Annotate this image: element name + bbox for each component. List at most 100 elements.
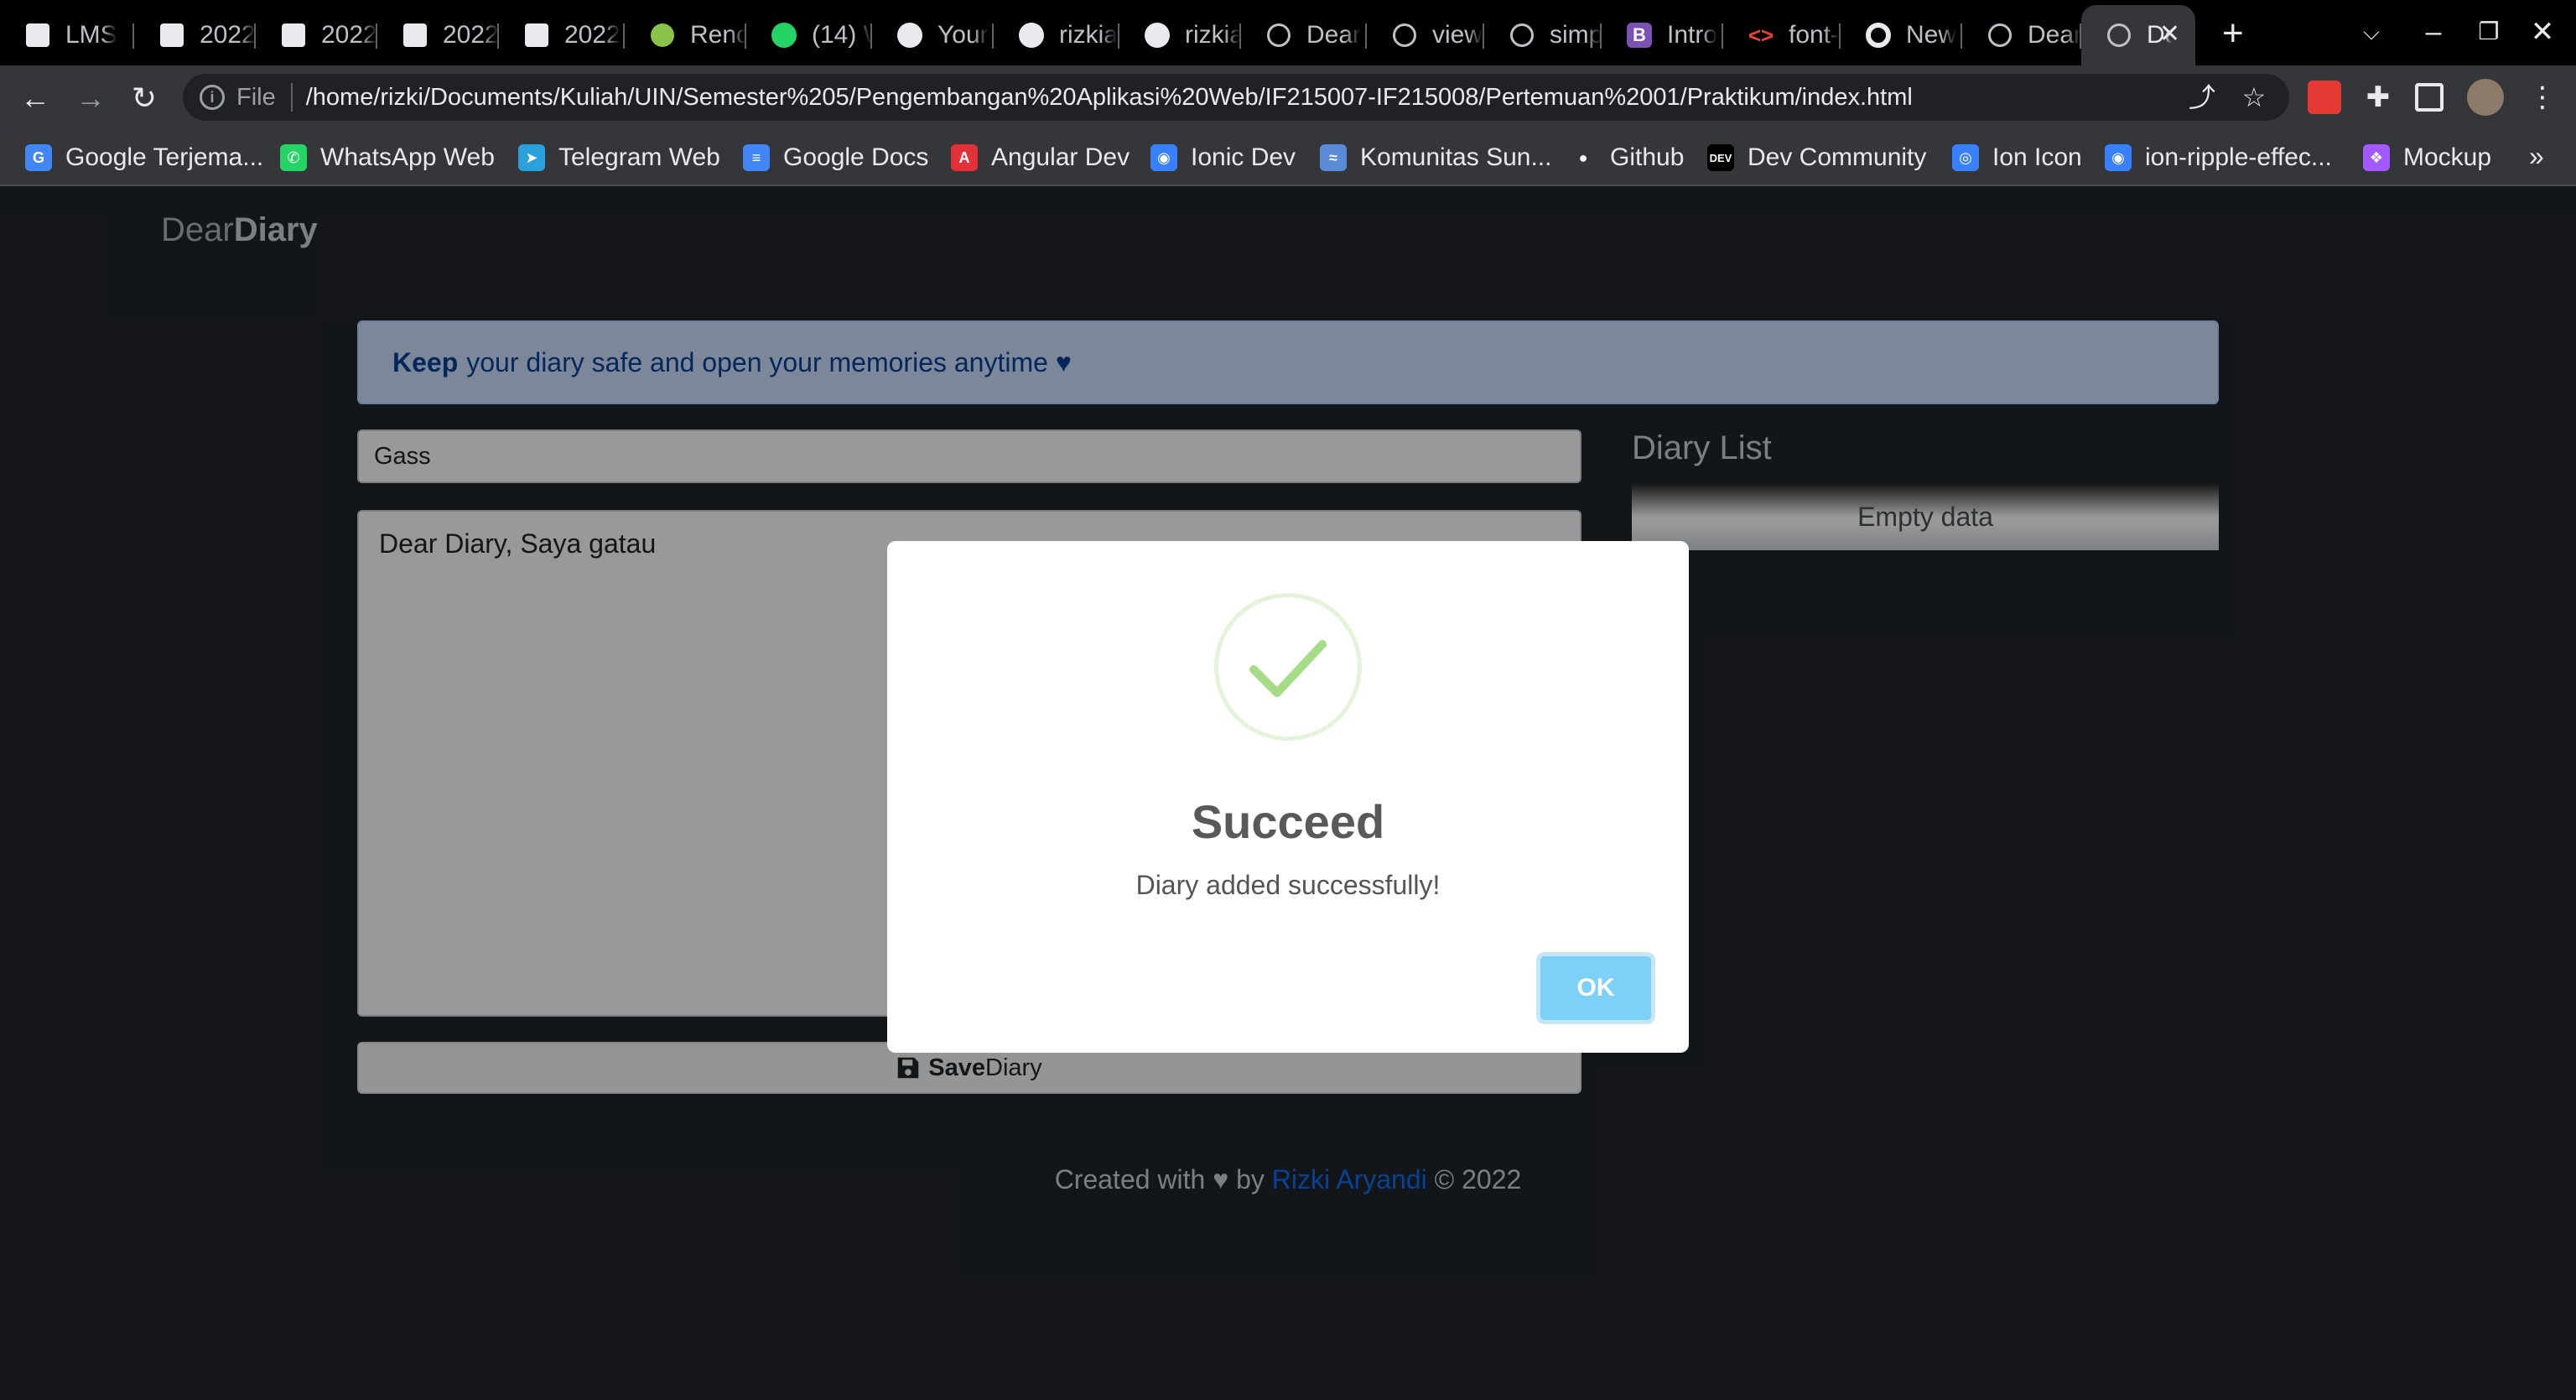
bookmark-item[interactable]: ● Github <box>1570 141 1684 174</box>
github-icon <box>896 21 924 49</box>
sun-icon <box>648 21 677 49</box>
reload-icon[interactable]: ↻ <box>126 81 163 117</box>
browser-tab[interactable]: LMS <box>0 5 134 65</box>
ok-button[interactable]: OK <box>1536 952 1655 1024</box>
bookmark-label: Github <box>1610 143 1685 171</box>
bookmark-item[interactable]: ◉ ion-ripple-effec... <box>2105 141 2332 174</box>
browser-tab[interactable]: rizkia <box>994 5 1119 65</box>
bookmark-label: Ionic Dev <box>1191 143 1296 171</box>
google-docs-icon: ≡ <box>743 144 770 171</box>
browser-tab[interactable]: (14) W <box>746 5 872 65</box>
modal-message: Diary added successfully! <box>1135 870 1441 900</box>
success-check-icon <box>1214 593 1362 741</box>
github-icon <box>1143 21 1171 49</box>
angular-icon: A <box>951 144 978 171</box>
bookmarks-more-button[interactable]: » <box>2529 141 2544 172</box>
forward-icon[interactable]: → <box>72 81 109 117</box>
browser-tab[interactable]: 2022 <box>256 5 377 65</box>
tab-title: 2022 <box>564 21 621 49</box>
browser-tab[interactable]: rizkia <box>1119 5 1241 65</box>
site-info-icon[interactable]: i <box>200 85 225 110</box>
address-url[interactable]: /home/rizki/Documents/Kuliah/UIN/Semeste… <box>306 84 1913 112</box>
back-icon[interactable]: ← <box>17 81 54 117</box>
bookmark-item[interactable]: A Angular Dev <box>951 141 1130 174</box>
close-window-icon[interactable]: ✕ <box>2524 13 2561 50</box>
tab-title: 2022 <box>321 21 377 49</box>
bookmark-item[interactable]: ≡ Google Docs <box>743 141 928 174</box>
menu-kebab-icon[interactable]: ⋮ <box>2526 81 2559 114</box>
browser-tab[interactable]: 2022 <box>134 5 256 65</box>
restore-icon[interactable]: ❐ <box>2470 13 2507 50</box>
ionic-icon: ◉ <box>1150 144 1177 171</box>
bookmark-star-icon[interactable]: ☆ <box>2239 82 2269 112</box>
share-icon[interactable]: ⤴ <box>2187 82 2217 112</box>
bookmark-item[interactable]: ◉ Ionic Dev <box>1150 141 1296 174</box>
bookmark-item[interactable]: ◎ Ion Icon <box>1952 141 2082 174</box>
tab-title: Your <box>937 21 989 49</box>
tab-title: Renc <box>690 21 746 49</box>
tab-title: LMS <box>65 21 117 49</box>
tab-title: view <box>1432 21 1483 49</box>
modal-title: Succeed <box>1191 795 1385 848</box>
bookmark-label: Dev Community <box>1748 143 1927 171</box>
bookmark-item[interactable]: DEV Dev Community <box>1707 141 1926 174</box>
browser-tab[interactable]: Dear <box>1962 5 2081 65</box>
lms-icon <box>158 21 186 49</box>
browser-tab[interactable]: Renc <box>625 5 746 65</box>
browser-tab[interactable]: simp <box>1484 5 1602 65</box>
browser-tab[interactable]: Your <box>872 5 994 65</box>
profile-avatar[interactable] <box>2467 79 2504 116</box>
browser-tab[interactable]: New <box>1841 5 1962 65</box>
address-bar[interactable]: i File /home/rizki/Documents/Kuliah/UIN/… <box>183 74 2289 121</box>
bookmark-label: WhatsApp Web <box>320 143 495 171</box>
bookmark-item[interactable]: ➤ Telegram Web <box>518 141 720 174</box>
tab-title: 2022 <box>200 21 256 49</box>
tab-title: Dear <box>1306 21 1362 49</box>
lms-icon <box>522 21 551 49</box>
sun-icon: ≈ <box>1320 144 1347 171</box>
tab-title: 2022 <box>443 21 499 49</box>
extension-red-icon[interactable] <box>2308 81 2341 114</box>
bookmark-label: Google Docs <box>783 143 929 171</box>
tab-title: Dear <box>2028 21 2081 49</box>
tab-title: New <box>1906 21 1957 49</box>
tab-title: rizkia <box>1185 21 1241 49</box>
bookmark-item[interactable]: ≈ Komunitas Sun... <box>1320 141 1551 174</box>
browser-tab[interactable]: <> font- <box>1723 5 1841 65</box>
browser-tab[interactable]: B Intro <box>1602 5 1723 65</box>
browser-tab[interactable]: 2022 <box>377 5 499 65</box>
bookmark-item[interactable]: G Google Terjema... <box>25 141 263 174</box>
globe-icon <box>1265 21 1293 49</box>
side-panel-icon[interactable] <box>2415 83 2444 112</box>
browser-tab[interactable]: Dear <box>1241 5 1367 65</box>
dev-icon: DEV <box>1707 144 1734 171</box>
bookmark-item[interactable]: ✆ WhatsApp Web <box>280 141 495 174</box>
tab-close-icon[interactable]: ✕ <box>2159 20 2180 49</box>
globe-icon <box>1508 21 1536 49</box>
lms-icon <box>279 21 308 49</box>
browser-tab[interactable]: 2022 <box>499 5 625 65</box>
address-scheme: File <box>236 83 276 111</box>
tab-search-icon[interactable]: ⌵ <box>2353 13 2390 50</box>
globe-icon <box>1390 21 1419 49</box>
browser-tab[interactable]: De✕ <box>2081 5 2195 65</box>
tab-title: rizkia <box>1059 21 1119 49</box>
browser-tab[interactable]: view <box>1367 5 1484 65</box>
github-icon: ● <box>1570 144 1597 171</box>
tab-strip: + ⌵ – ❐ ✕ LMS 2022 2022 2022 2022 Renc (14) W Y… <box>0 0 2576 65</box>
google-translate-icon: G <box>25 144 52 171</box>
tab-title: (14) W <box>812 21 872 49</box>
minimize-icon[interactable]: – <box>2415 13 2452 50</box>
globe-icon <box>2105 21 2133 49</box>
bookmark-item[interactable]: ❖ Mockup <box>2363 141 2491 174</box>
tab-title: simp <box>1550 21 1602 49</box>
tab-title: Intro <box>1667 21 1718 49</box>
extensions-puzzle-icon[interactable]: ✚ <box>2361 81 2395 114</box>
bookmark-label: Komunitas Sun... <box>1360 143 1552 171</box>
lms-icon <box>401 21 429 49</box>
figma-icon: ❖ <box>2363 144 2390 171</box>
bookmark-label: Google Terjema... <box>65 143 264 171</box>
new-tab-button[interactable]: + <box>2222 15 2244 52</box>
whatsapp-icon: ✆ <box>280 144 307 171</box>
address-divider <box>290 83 293 112</box>
